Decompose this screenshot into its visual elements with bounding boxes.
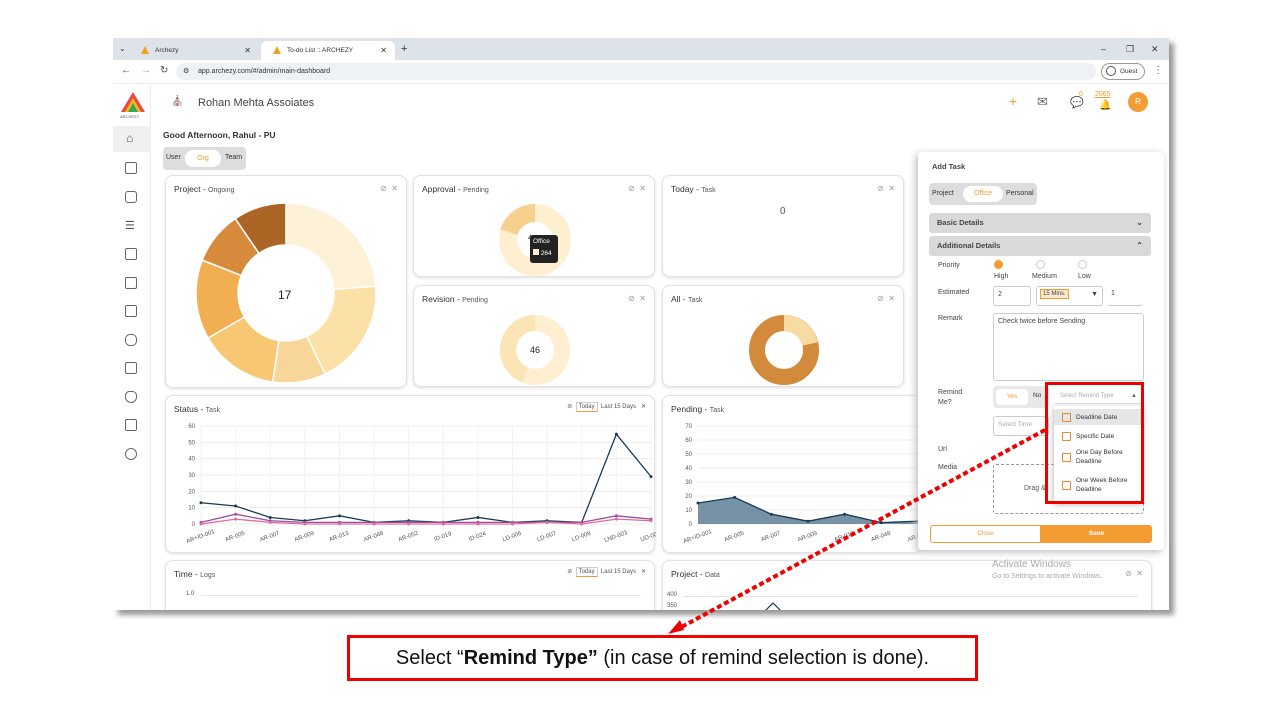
caption-emphasis: Remind Type” — [463, 647, 598, 669]
caption-suffix: (in case of remind selection is done). — [597, 647, 930, 669]
instruction-caption: Select “Remind Type” (in case of remind … — [347, 635, 978, 681]
caption-prefix: Select “ — [395, 647, 464, 669]
callout-arrow — [668, 428, 1046, 634]
